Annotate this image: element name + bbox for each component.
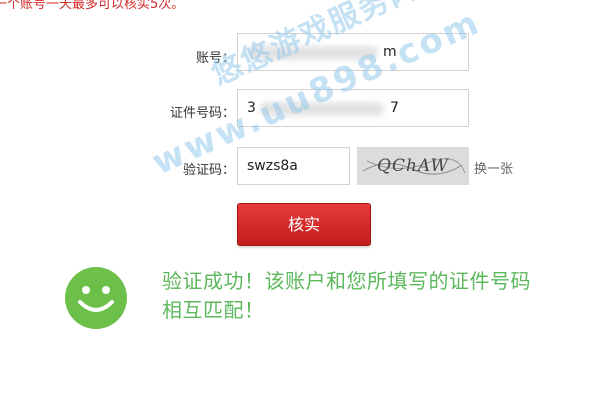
- id-redaction: [260, 102, 384, 116]
- account-input[interactable]: m: [237, 33, 469, 71]
- account-label: 账号：: [195, 51, 235, 66]
- account-value-end: m: [383, 44, 397, 60]
- verify-button[interactable]: 核实: [237, 203, 371, 246]
- id-value-start: 3: [247, 100, 256, 116]
- captcha-label: 验证码：: [182, 163, 235, 178]
- captcha-image-text: QChAW: [377, 156, 449, 176]
- captcha-image[interactable]: QChAW: [357, 147, 469, 185]
- account-redaction: [248, 46, 378, 60]
- notice-text: 一个账号一天最多可以核实5次。: [0, 0, 185, 12]
- id-number-input[interactable]: 3 7: [237, 89, 469, 127]
- refresh-captcha-link[interactable]: 换一张: [474, 158, 513, 177]
- captcha-value: swzs8a: [247, 158, 298, 174]
- captcha-input[interactable]: swzs8a: [237, 147, 350, 185]
- id-number-label: 证件号码：: [169, 106, 235, 121]
- smiley-face-icon: [65, 267, 127, 329]
- success-message: 验证成功！该账户和您所填写的证件号码相互匹配！: [162, 269, 531, 322]
- id-value-end: 7: [390, 100, 399, 116]
